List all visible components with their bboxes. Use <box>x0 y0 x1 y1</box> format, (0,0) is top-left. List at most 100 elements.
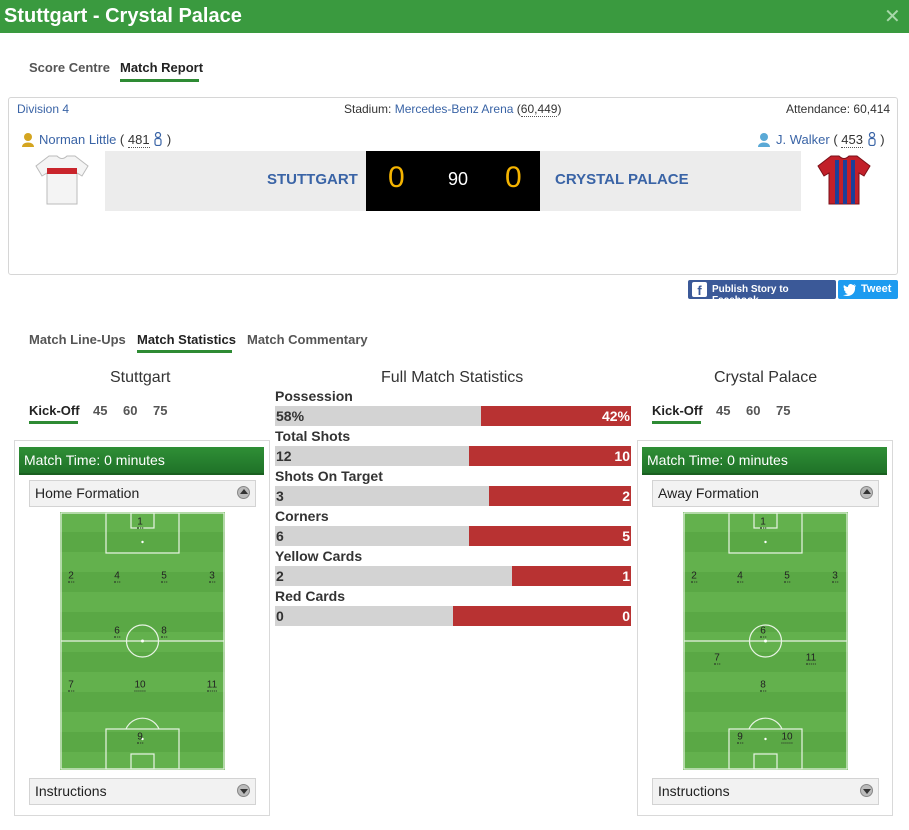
chevron-down-icon[interactable] <box>860 784 873 797</box>
home-time-tab-45[interactable]: 45 <box>93 403 107 418</box>
away-formation-label: Away Formation <box>658 485 759 501</box>
stat-home-value: 0 <box>276 608 284 624</box>
home-player-9[interactable]: 9 <box>137 732 143 744</box>
stat-away-value: 42% <box>601 408 630 424</box>
away-column-title: Crystal Palace <box>714 369 818 386</box>
away-player-3[interactable]: 3 <box>832 571 838 583</box>
home-time-tab-kickoff[interactable]: Kick-Off <box>29 403 80 418</box>
away-time-tab-60[interactable]: 60 <box>746 403 760 418</box>
away-player-2[interactable]: 2 <box>691 571 697 583</box>
chevron-down-icon[interactable] <box>237 784 250 797</box>
scoreboard: STUTTGART 0 90 0 CRYSTAL PALACE <box>105 151 801 211</box>
stat-label: Possession <box>275 388 353 404</box>
match-minute: 90 <box>448 169 469 189</box>
attendance-value: 60,414 <box>853 102 891 116</box>
division-link[interactable]: Division 4 <box>17 102 69 116</box>
tweet-button-label: Tweet <box>861 283 892 295</box>
away-player-4[interactable]: 4 <box>737 571 743 583</box>
stat-bar: 12 10 <box>275 446 631 466</box>
away-match-time: Match Time: 0 minutes <box>647 452 788 468</box>
away-formation-dropdown[interactable]: Away Formation <box>652 480 879 507</box>
stadium-capacity: 60,449 <box>520 102 558 117</box>
away-time-tab-kickoff[interactable]: Kick-Off <box>652 403 703 418</box>
away-instructions-dropdown[interactable]: Instructions <box>652 778 879 805</box>
home-team-name[interactable]: STUTTGART <box>267 171 358 188</box>
away-player-1[interactable]: 1 <box>760 517 766 529</box>
stat-bar: 2 1 <box>275 566 631 586</box>
away-manager-rating: 453 <box>841 132 863 148</box>
home-kickoff-underline <box>29 421 78 424</box>
away-player-5[interactable]: 5 <box>784 571 790 583</box>
away-formation-panel: Match Time: 0 minutes Away Formation 1 2… <box>637 440 893 816</box>
stat-label: Total Shots <box>275 428 351 444</box>
stadium-link[interactable]: Mercedes-Benz Arena <box>395 102 514 116</box>
home-player-7[interactable]: 7 <box>68 680 74 692</box>
away-time-tab-45[interactable]: 45 <box>716 403 730 418</box>
stat-away-value: 10 <box>614 448 630 464</box>
home-player-2[interactable]: 2 <box>68 571 74 583</box>
tab-match-report[interactable]: Match Report <box>120 60 203 75</box>
stat-bar: 6 5 <box>275 526 631 546</box>
tab-score-centre[interactable]: Score Centre <box>29 60 110 75</box>
away-player-6[interactable]: 6 <box>760 626 766 638</box>
stats-title: Full Match Statistics <box>381 369 524 386</box>
title-bar: Stuttgart - Crystal Palace ✕ <box>0 0 909 33</box>
home-player-11[interactable]: 11 <box>206 680 218 692</box>
stat-label: Shots On Target <box>275 468 383 484</box>
home-time-tab-60[interactable]: 60 <box>123 403 137 418</box>
stat-bar: 58% 42% <box>275 406 631 426</box>
home-shirt-icon <box>35 154 89 211</box>
stat-home-value: 6 <box>276 528 284 544</box>
away-manager-link[interactable]: J. Walker <box>776 132 830 147</box>
away-time-tab-75[interactable]: 75 <box>776 403 790 418</box>
away-player-9[interactable]: 9 <box>737 732 743 744</box>
publish-facebook-button[interactable]: f Publish Story to Facebook <box>688 280 836 306</box>
home-instructions-dropdown[interactable]: Instructions <box>29 778 256 805</box>
tab-match-statistics[interactable]: Match Statistics <box>137 332 236 347</box>
home-manager-link[interactable]: Norman Little <box>39 132 116 147</box>
stat-bar-away <box>469 446 631 466</box>
home-formation-dropdown[interactable]: Home Formation <box>29 480 256 507</box>
stat-bar: 0 0 <box>275 606 631 626</box>
stat-away-value: 5 <box>622 528 630 544</box>
chevron-up-icon[interactable] <box>860 486 873 499</box>
home-player-3[interactable]: 3 <box>209 571 215 583</box>
home-manager-rating: 481 <box>127 132 150 148</box>
home-player-5[interactable]: 5 <box>161 571 167 583</box>
away-manager-info: J. Walker ( 453 ) <box>776 131 885 149</box>
stat-bar-away <box>512 566 631 586</box>
home-player-4[interactable]: 4 <box>114 571 120 583</box>
home-player-8[interactable]: 8 <box>161 626 167 638</box>
home-instructions-label: Instructions <box>35 783 107 799</box>
twitter-icon <box>843 283 857 299</box>
stat-bar: 3 2 <box>275 486 631 506</box>
stat-away-value: 2 <box>622 488 630 504</box>
tab-match-commentary[interactable]: Match Commentary <box>247 332 368 347</box>
stat-bar-away <box>453 606 631 626</box>
away-player-11[interactable]: 11 <box>805 653 817 665</box>
home-time-tab-75[interactable]: 75 <box>153 403 167 418</box>
chevron-up-icon[interactable] <box>237 486 250 499</box>
home-column-title: Stuttgart <box>110 369 171 386</box>
stat-label: Corners <box>275 508 329 524</box>
away-player-8[interactable]: 8 <box>760 680 766 692</box>
home-player-1[interactable]: 1 <box>137 517 143 529</box>
stat-bar-away <box>488 486 631 506</box>
away-player-10[interactable]: 10 <box>781 732 793 744</box>
tweet-button[interactable]: Tweet <box>838 280 898 299</box>
stat-home-value: 2 <box>276 568 284 584</box>
attendance-label: Attendance: <box>786 102 851 116</box>
home-match-time-bar: Match Time: 0 minutes <box>19 447 264 475</box>
home-score: 0 <box>388 161 405 194</box>
home-player-6[interactable]: 6 <box>114 626 120 638</box>
tab-match-line-ups[interactable]: Match Line-Ups <box>29 332 126 347</box>
away-player-7[interactable]: 7 <box>714 653 720 665</box>
stadium-info: Stadium: Mercedes-Benz Arena (60,449) <box>344 102 562 117</box>
stat-home-value: 12 <box>276 448 292 464</box>
facebook-icon: f <box>692 282 707 298</box>
close-icon[interactable]: ✕ <box>884 4 901 29</box>
home-player-10[interactable]: 10 <box>134 680 146 692</box>
home-formation-label: Home Formation <box>35 485 140 501</box>
person-icon <box>867 131 877 149</box>
away-team-name[interactable]: CRYSTAL PALACE <box>555 171 689 188</box>
